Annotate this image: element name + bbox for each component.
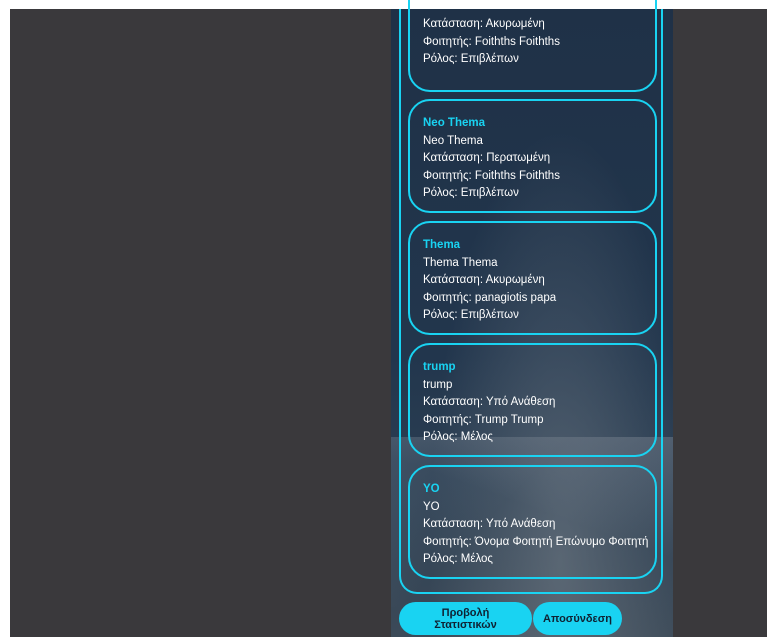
thesis-subtitle-clipped: Εδώ είναι η σύνοψη της διπλωματικής <box>423 0 618 8</box>
thesis-title[interactable]: YO <box>423 481 643 499</box>
thesis-subtitle: YO <box>423 500 440 513</box>
thesis-status: Κατάσταση: Ακυρωμένη <box>423 274 545 286</box>
thesis-title[interactable]: trump <box>423 359 643 377</box>
thesis-subtitle: Thema Thema <box>423 256 498 269</box>
thesis-subtitle: Neo Thema <box>423 134 483 147</box>
thesis-student: Φοιτητής: panagiotis papa <box>423 291 557 304</box>
thesis-card[interactable]: Εδώ είναι η σύνοψη της διπλωματικής Κατά… <box>408 0 657 92</box>
thesis-role: Ρόλος: Μέλος <box>423 431 493 443</box>
thesis-status: Κατάσταση: Ακυρωμένη <box>423 18 545 30</box>
thesis-title[interactable]: Thema <box>423 237 643 255</box>
thesis-card[interactable]: Neo Thema Neo Thema Κατάσταση: Περατωμέν… <box>408 99 657 213</box>
thesis-student: Φοιτητής: Foithths Foithths <box>423 35 560 48</box>
thesis-role: Ρόλος: Επιβλέπων <box>423 53 519 65</box>
thesis-status: Κατάσταση: Υπό Ανάθεση <box>423 396 556 408</box>
thesis-card[interactable]: YO YO Κατάσταση: Υπό Ανάθεση Φοιτητής: Ό… <box>408 465 657 579</box>
view-statistics-button[interactable]: Προβολή Στατιστικών <box>399 602 532 635</box>
thesis-student: Φοιτητής: Trump Trump <box>423 413 544 426</box>
thesis-role: Ρόλος: Μέλος <box>423 553 493 565</box>
thesis-role: Ρόλος: Επιβλέπων <box>423 309 519 321</box>
thesis-status: Κατάσταση: Υπό Ανάθεση <box>423 518 556 530</box>
thesis-role: Ρόλος: Επιβλέπων <box>423 187 519 199</box>
thesis-student: Φοιτητής: Όνομα Φοιτητή Επώνυμο Φοιτητή <box>423 535 649 548</box>
thesis-student: Φοιτητής: Foithths Foithths <box>423 169 560 182</box>
thesis-card[interactable]: Thema Thema Thema Κατάσταση: Ακυρωμένη Φ… <box>408 221 657 335</box>
thesis-subtitle: trump <box>423 378 453 391</box>
logout-button[interactable]: Αποσύνδεση <box>533 602 622 635</box>
thesis-status: Κατάσταση: Περατωμένη <box>423 152 551 164</box>
thesis-title[interactable]: Neo Thema <box>423 115 643 133</box>
thesis-card[interactable]: trump trump Κατάσταση: Υπό Ανάθεση Φοιτη… <box>408 343 657 457</box>
